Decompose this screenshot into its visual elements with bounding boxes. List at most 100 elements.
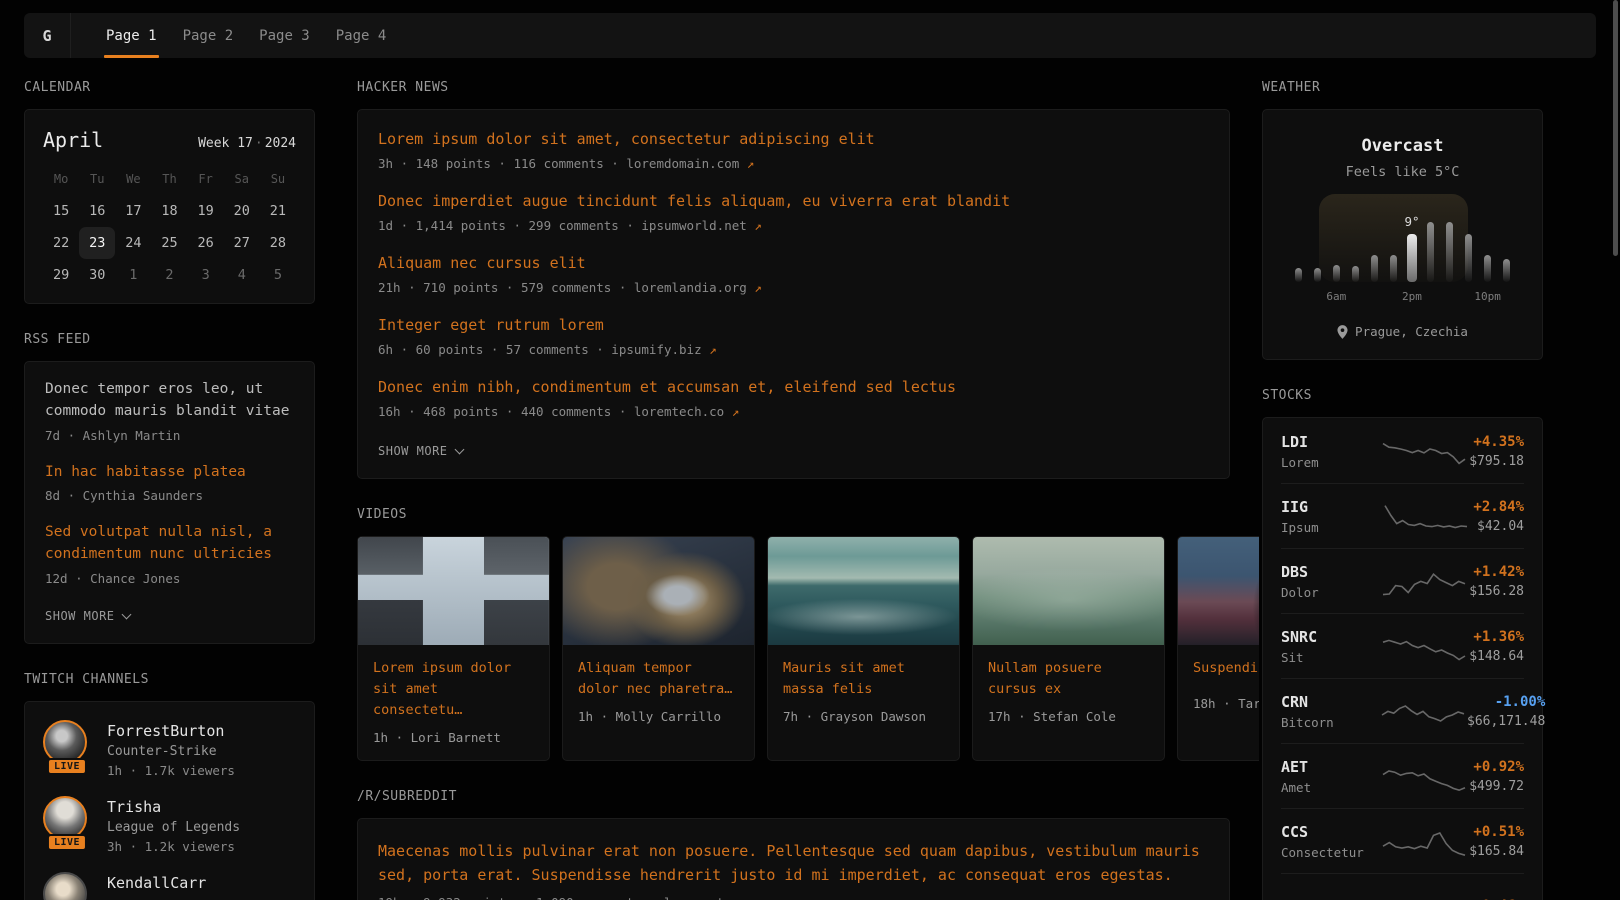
stock-sparkline xyxy=(1379,562,1469,600)
stock-values: +2.84%$42.04 xyxy=(1473,499,1524,534)
stock-symbol: AET xyxy=(1281,758,1379,776)
hackernews-item-title[interactable]: Integer eget rutrum lorem xyxy=(378,316,1209,334)
hackernews-item-domain[interactable]: loremtech.co xyxy=(634,404,724,419)
video-title[interactable]: Mauris sit amet massa felis xyxy=(768,645,959,700)
twitch-channel-row[interactable]: KendallCarr xyxy=(43,872,296,900)
calendar-day: 18 xyxy=(151,195,187,227)
stock-name: Dolor xyxy=(1281,585,1379,600)
rss-item-title[interactable]: Donec tempor eros leo, ut commodo mauris… xyxy=(45,379,294,423)
calendar-day: 20 xyxy=(224,195,260,227)
stock-row[interactable]: CRNBitcorn-1.00%$66,171.48 xyxy=(1281,678,1524,743)
calendar-day: 22 xyxy=(43,227,79,259)
hackernews-item-meta: 16h · 468 points · 440 comments · loremt… xyxy=(378,404,1209,419)
video-title[interactable]: Nullam posuere cursus ex xyxy=(973,645,1164,700)
stock-row[interactable]: SNRCSit+1.36%$148.64 xyxy=(1281,613,1524,678)
stock-price: $66,171.48 xyxy=(1467,714,1545,729)
middle-column: HACKER NEWS Lorem ipsum dolor sit amet, … xyxy=(357,80,1230,900)
twitch-channel-info: KendallCarr xyxy=(107,872,206,900)
calendar-selected-day: 23 xyxy=(79,227,115,259)
tab-page-2[interactable]: Page 2 xyxy=(170,13,247,58)
video-card[interactable]: Nullam posuere cursus ex17h · Stefan Col… xyxy=(972,536,1165,761)
hackernews-item-domain[interactable]: ipsumify.biz xyxy=(611,342,701,357)
app-logo[interactable]: G xyxy=(24,13,71,58)
calendar-widget: April Week 17·2024 MoTuWeThFrSaSu 151617… xyxy=(24,109,315,304)
hackernews-section: HACKER NEWS Lorem ipsum dolor sit amet, … xyxy=(357,80,1230,479)
video-card[interactable]: Mauris sit amet massa felis7h · Grayson … xyxy=(767,536,960,761)
video-meta: 7h · Grayson Dawson xyxy=(768,700,959,739)
calendar-day: 25 xyxy=(151,227,187,259)
twitch-channel-info: TrishaLeague of Legends3h · 1.2k viewers xyxy=(107,796,240,854)
video-title[interactable]: Lorem ipsum dolor sit amet consectetu… xyxy=(358,645,549,721)
tab-page-1[interactable]: Page 1 xyxy=(93,13,170,58)
stock-row[interactable]: AHS+0.46% xyxy=(1281,873,1524,900)
weather-bar xyxy=(1371,255,1378,282)
subreddit-post-domain[interactable]: loremnet.xyz xyxy=(664,895,754,900)
weather-bar xyxy=(1484,255,1491,282)
calendar-section: CALENDAR April Week 17·2024 MoTuWeThFrSa… xyxy=(24,80,315,304)
hackernews-item-title[interactable]: Aliquam nec cursus elit xyxy=(378,254,1209,272)
rss-show-more-button[interactable]: SHOW MORE xyxy=(45,608,130,631)
weather-current-temp-label: 9° xyxy=(1404,214,1419,229)
stock-change: +0.92% xyxy=(1469,759,1524,775)
video-meta: 18h · Tara xyxy=(1178,687,1259,726)
stock-price: $499.72 xyxy=(1469,779,1524,794)
stock-info: CCSConsectetur xyxy=(1281,823,1379,860)
calendar-day: 27 xyxy=(224,227,260,259)
external-link-icon: ↗ xyxy=(747,218,762,233)
video-meta: 1h · Lori Barnett xyxy=(358,721,549,760)
stock-row[interactable]: IIGIpsum+2.84%$42.04 xyxy=(1281,483,1524,548)
twitch-channel-name[interactable]: Trisha xyxy=(107,796,240,816)
hackernews-item-domain[interactable]: loremdomain.com xyxy=(626,156,739,171)
video-card[interactable]: Aliquam tempor dolor nec pharetra…1h · M… xyxy=(562,536,755,761)
rss-list: Donec tempor eros leo, ut commodo mauris… xyxy=(45,379,294,586)
weather-bar xyxy=(1333,265,1340,282)
twitch-channel-name[interactable]: KendallCarr xyxy=(107,872,206,892)
calendar-day: 21 xyxy=(260,195,296,227)
hackernews-item-title[interactable]: Donec imperdiet augue tincidunt felis al… xyxy=(378,192,1209,210)
hackernews-item-domain[interactable]: loremlandia.org xyxy=(634,280,747,295)
stock-change: +4.35% xyxy=(1469,434,1524,450)
stock-name: Sit xyxy=(1281,650,1379,665)
stock-row[interactable]: AETAmet+0.92%$499.72 xyxy=(1281,743,1524,808)
weather-bar xyxy=(1427,222,1434,282)
rss-item: Sed volutpat nulla nisl, a condimentum n… xyxy=(45,522,294,586)
weather-feels-like: Feels like 5°C xyxy=(1281,164,1524,180)
weather-bar-cell xyxy=(1421,210,1440,282)
weather-bar-cell xyxy=(1384,210,1403,282)
stock-symbol: LDI xyxy=(1281,433,1379,451)
stock-row[interactable]: CCSConsectetur+0.51%$165.84 xyxy=(1281,808,1524,873)
stock-change: +0.51% xyxy=(1469,824,1524,840)
weather-location: Prague, Czechia xyxy=(1355,324,1468,339)
hackernews-item-domain[interactable]: ipsumworld.net xyxy=(641,218,746,233)
hackernews-item-title[interactable]: Lorem ipsum dolor sit amet, consectetur … xyxy=(378,130,1209,148)
twitch-channel-row[interactable]: LIVEForrestBurtonCounter-Strike1h · 1.7k… xyxy=(43,720,296,778)
stocks-section-title: STOCKS xyxy=(1262,388,1543,403)
calendar-day: 1 xyxy=(115,259,151,291)
video-thumbnail xyxy=(973,537,1164,645)
twitch-channel-row[interactable]: LIVE TrishaLeague of Legends3h · 1.2k vie… xyxy=(43,796,296,854)
hackernews-item: Donec enim nibh, condimentum et accumsan… xyxy=(378,378,1209,419)
stock-row[interactable]: LDILorem+4.35%$795.18 xyxy=(1281,419,1524,483)
rss-item-title[interactable]: In hac habitasse platea xyxy=(45,462,294,484)
scrollbar-thumb[interactable] xyxy=(1613,0,1618,256)
twitch-channel-game: Counter-Strike xyxy=(107,744,235,759)
video-title[interactable]: Suspendisse diam xyxy=(1178,645,1259,687)
stock-symbol: CCS xyxy=(1281,823,1379,841)
weather-bar xyxy=(1446,222,1453,282)
rss-item-title[interactable]: Sed volutpat nulla nisl, a condimentum n… xyxy=(45,522,294,566)
twitch-channel-name[interactable]: ForrestBurton xyxy=(107,720,235,740)
tab-page-3[interactable]: Page 3 xyxy=(246,13,323,58)
video-title[interactable]: Aliquam tempor dolor nec pharetra… xyxy=(563,645,754,700)
tab-page-4[interactable]: Page 4 xyxy=(323,13,400,58)
video-card[interactable]: Lorem ipsum dolor sit amet consectetu…1h… xyxy=(357,536,550,761)
stock-row[interactable]: DBSDolor+1.42%$156.28 xyxy=(1281,548,1524,613)
avatar: LIVE xyxy=(43,796,91,850)
video-card[interactable]: Suspendisse diam18h · Tara xyxy=(1177,536,1259,761)
subreddit-post-title[interactable]: Maecenas mollis pulvinar erat non posuer… xyxy=(378,839,1209,887)
hackernews-show-more-button[interactable]: SHOW MORE xyxy=(378,443,463,466)
stock-change: -1.00% xyxy=(1467,694,1545,710)
hackernews-item-title[interactable]: Donec enim nibh, condimentum et accumsan… xyxy=(378,378,1209,396)
stock-symbol: IIG xyxy=(1281,498,1379,516)
calendar-day: 29 xyxy=(43,259,79,291)
page-tabs: Page 1Page 2Page 3Page 4 xyxy=(71,13,399,58)
